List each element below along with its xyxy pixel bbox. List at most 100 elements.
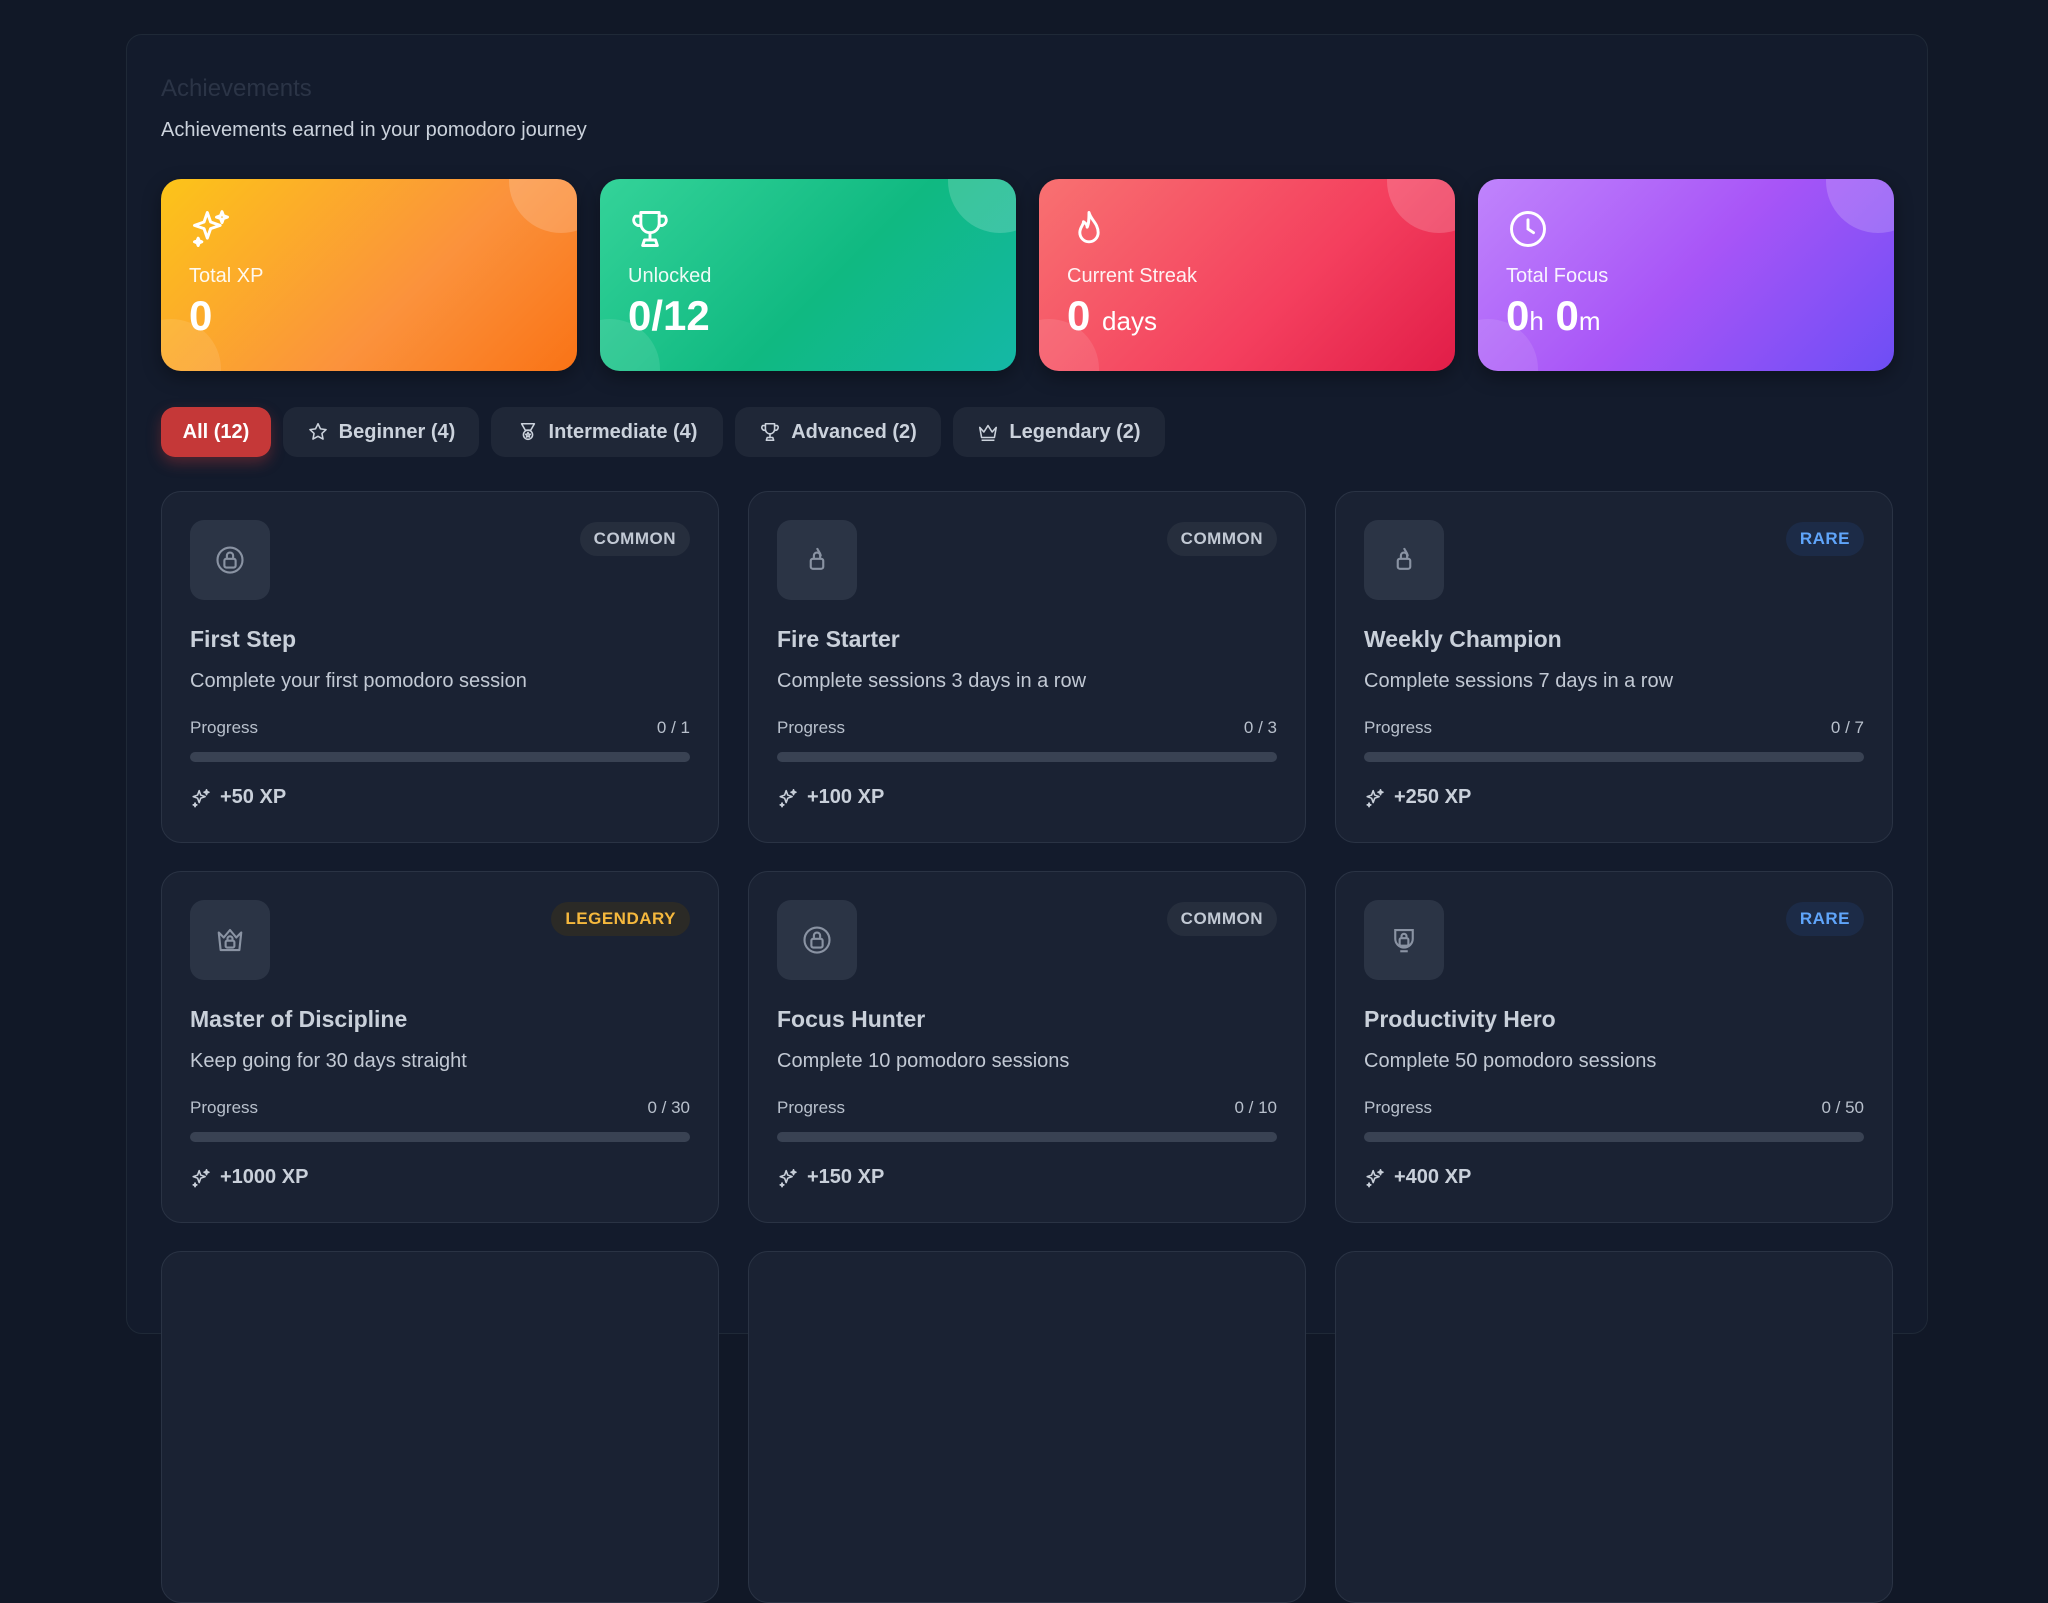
stat-label: Current Streak bbox=[1067, 265, 1198, 287]
crown-icon bbox=[979, 424, 998, 442]
stat-current-streak: Current Streak 0 days bbox=[1039, 179, 1455, 371]
achievement-icon-box bbox=[1364, 520, 1444, 600]
medal-icon bbox=[520, 422, 535, 441]
rarity-badge: RARE bbox=[1785, 522, 1864, 556]
xp-reward: +150 XP bbox=[777, 1166, 884, 1189]
stat-value: 0 bbox=[189, 292, 213, 339]
xp-reward: +250 XP bbox=[1364, 786, 1471, 809]
xp-reward: +1000 XP bbox=[190, 1166, 308, 1189]
achievement-icon-box bbox=[1364, 900, 1444, 980]
sparkles-icon bbox=[192, 1168, 210, 1187]
achievement-icon-box bbox=[777, 520, 857, 600]
stat-label: Total XP bbox=[189, 265, 264, 287]
achievement-description: Complete 10 pomodoro sessions bbox=[777, 1050, 1070, 1072]
lock-icon bbox=[803, 926, 831, 954]
progress-bar bbox=[777, 1132, 1277, 1142]
rarity-badge: COMMON bbox=[1166, 902, 1277, 936]
achievement-card[interactable] bbox=[748, 1251, 1306, 1603]
tab-advanced[interactable]: Advanced (2) bbox=[735, 407, 941, 457]
stat-label: Unlocked bbox=[628, 265, 712, 287]
achievement-name: Focus Hunter bbox=[777, 1006, 926, 1032]
stat-label: Total Focus bbox=[1506, 265, 1609, 287]
streak-number: 0 bbox=[1067, 292, 1091, 339]
xp-reward: +400 XP bbox=[1364, 1166, 1471, 1189]
star-icon bbox=[308, 422, 327, 440]
xp-value: +100 XP bbox=[807, 786, 885, 808]
flame-icon bbox=[1078, 211, 1100, 244]
achievement-card[interactable] bbox=[161, 1251, 719, 1603]
achievement-card[interactable]: RARE Weekly Champion Complete sessions 7… bbox=[1335, 491, 1893, 843]
progress-count: 0 / 7 bbox=[1830, 718, 1864, 737]
achievement-card[interactable]: LEGENDARY Master of Discipline Keep goin… bbox=[161, 871, 719, 1223]
achievement-card[interactable]: COMMON Focus Hunter Complete 10 pomodoro… bbox=[748, 871, 1306, 1223]
progress-count: 0 / 30 bbox=[647, 1098, 690, 1117]
achievement-description: Complete 50 pomodoro sessions bbox=[1364, 1050, 1657, 1072]
progress-label: Progress bbox=[777, 1098, 846, 1117]
sparkles-icon bbox=[1366, 788, 1384, 807]
lock-icon bbox=[809, 547, 825, 570]
rarity-badge: COMMON bbox=[579, 522, 690, 556]
stat-value: 0 days bbox=[1067, 291, 1157, 341]
clock-icon bbox=[1510, 211, 1546, 247]
page-title: Achievements bbox=[161, 75, 312, 102]
progress-bar bbox=[1364, 752, 1864, 762]
progress-label: Progress bbox=[190, 718, 259, 737]
streak-unit: days bbox=[1102, 306, 1157, 336]
progress-bar bbox=[1364, 1132, 1864, 1142]
sparkles-icon bbox=[1366, 1168, 1384, 1187]
sparkles-icon bbox=[192, 788, 210, 807]
xp-value: +50 XP bbox=[220, 786, 287, 808]
page-subtitle: Achievements earned in your pomodoro jou… bbox=[161, 119, 587, 141]
stat-value: 0/12 bbox=[628, 292, 710, 339]
progress-count: 0 / 50 bbox=[1821, 1098, 1864, 1117]
xp-reward: +100 XP bbox=[777, 786, 884, 809]
achievement-name: Productivity Hero bbox=[1364, 1006, 1556, 1032]
tab-label: Intermediate (4) bbox=[548, 420, 698, 443]
tab-all[interactable]: All (12) bbox=[161, 407, 271, 457]
sparkles-icon bbox=[779, 788, 797, 807]
progress-count: 0 / 10 bbox=[1234, 1098, 1277, 1117]
trophy-icon bbox=[632, 211, 668, 247]
achievement-card[interactable]: RARE Productivity Hero Complete 50 pomod… bbox=[1335, 871, 1893, 1223]
lock-icon bbox=[217, 928, 243, 952]
stat-unlocked: Unlocked 0/12 bbox=[600, 179, 1016, 371]
lock-icon bbox=[216, 546, 244, 574]
tab-intermediate[interactable]: Intermediate (4) bbox=[491, 407, 723, 457]
progress-label: Progress bbox=[1364, 1098, 1433, 1117]
tab-label: All (12) bbox=[182, 420, 250, 443]
achievement-name: Weekly Champion bbox=[1364, 626, 1562, 652]
achievement-name: Fire Starter bbox=[777, 626, 900, 652]
achievement-icon-box bbox=[777, 900, 857, 980]
stat-value: 0h 0m bbox=[1506, 291, 1601, 341]
focus-hours-unit: h bbox=[1529, 306, 1544, 336]
trophy-icon bbox=[761, 422, 780, 442]
stat-total-xp: Total XP 0 bbox=[161, 179, 577, 371]
progress-label: Progress bbox=[777, 718, 846, 737]
progress-bar bbox=[777, 752, 1277, 762]
tab-beginner[interactable]: Beginner (4) bbox=[283, 407, 479, 457]
focus-minutes: 0 bbox=[1555, 292, 1579, 339]
achievement-description: Keep going for 30 days straight bbox=[190, 1050, 467, 1072]
tab-legendary[interactable]: Legendary (2) bbox=[953, 407, 1165, 457]
focus-hours: 0 bbox=[1506, 292, 1530, 339]
rarity-badge: LEGENDARY bbox=[551, 902, 690, 936]
progress-count: 0 / 3 bbox=[1243, 718, 1277, 737]
achievement-description: Complete sessions 3 days in a row bbox=[777, 670, 1087, 692]
achievement-description: Complete your first pomodoro session bbox=[190, 670, 527, 692]
rarity-badge: COMMON bbox=[1166, 522, 1277, 556]
tab-label: Beginner (4) bbox=[338, 420, 456, 443]
achievement-card[interactable] bbox=[1335, 1251, 1893, 1603]
xp-value: +1000 XP bbox=[220, 1166, 309, 1188]
achievement-card[interactable]: COMMON Fire Starter Complete sessions 3 … bbox=[748, 491, 1306, 843]
rarity-badge: RARE bbox=[1785, 902, 1864, 936]
achievement-card[interactable]: COMMON First Step Complete your first po… bbox=[161, 491, 719, 843]
achievement-icon-box bbox=[190, 900, 270, 980]
lock-icon bbox=[1396, 547, 1412, 570]
xp-value: +150 XP bbox=[807, 1166, 885, 1188]
lock-icon bbox=[1394, 928, 1414, 953]
sparkles-icon bbox=[193, 210, 229, 247]
progress-bar bbox=[190, 1132, 690, 1142]
achievement-description: Complete sessions 7 days in a row bbox=[1364, 670, 1674, 692]
achievement-name: First Step bbox=[190, 626, 297, 652]
progress-bar bbox=[190, 752, 690, 762]
